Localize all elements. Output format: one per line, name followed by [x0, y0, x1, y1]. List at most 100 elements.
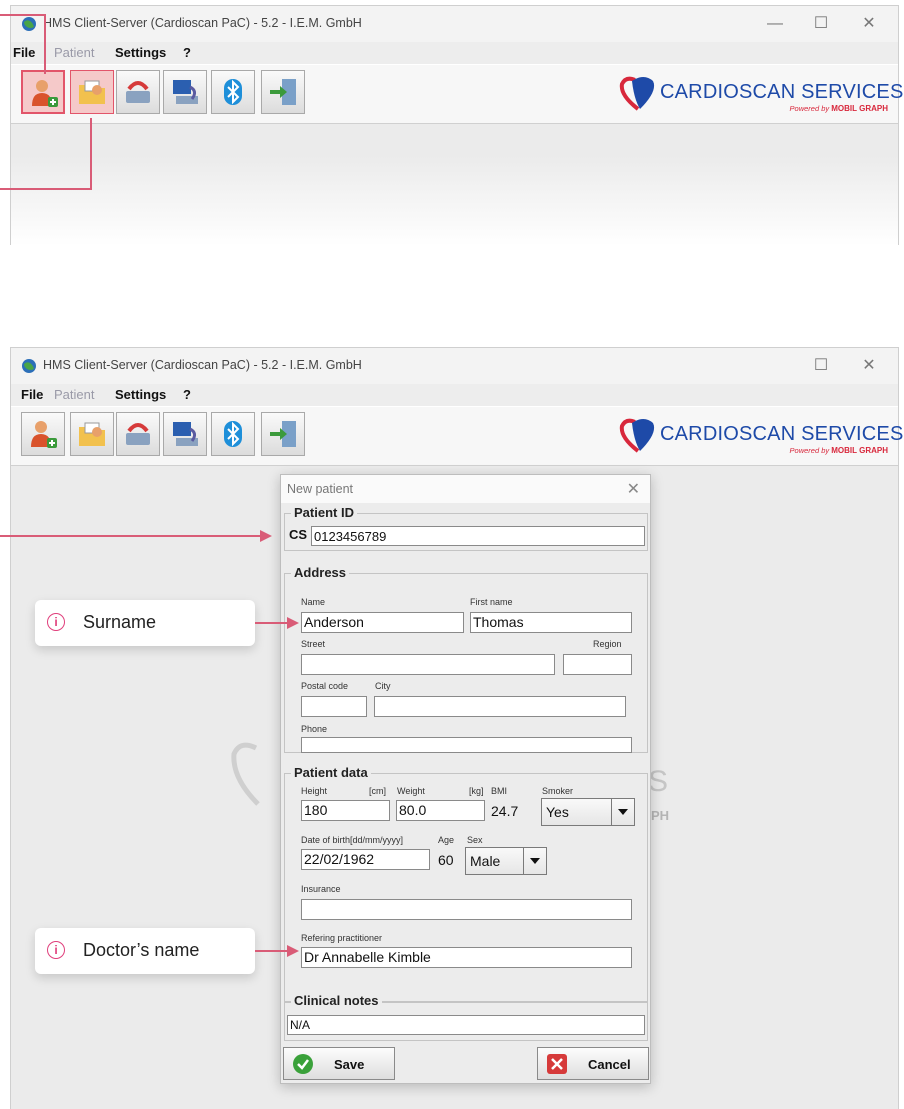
region-field[interactable]	[563, 654, 632, 675]
callout-surname: i Surname	[35, 600, 255, 646]
new-patient-button-2[interactable]	[21, 412, 65, 456]
bluetooth-button-2[interactable]	[211, 412, 255, 456]
height-unit: [cm]	[369, 786, 386, 796]
sex-value: Male	[470, 853, 501, 869]
postal-code-label: Postal code	[301, 681, 349, 691]
clinical-notes-legend: Clinical notes	[291, 993, 382, 1008]
insurance-field[interactable]	[301, 899, 632, 920]
weight-label: Weight	[397, 786, 425, 796]
weight-unit: [kg]	[469, 786, 484, 796]
toolbar-2: CARDIOSCAN SERVICES Powered by MOBIL GRA…	[11, 406, 903, 466]
street-field[interactable]	[301, 654, 555, 675]
postal-code-field[interactable]	[301, 696, 367, 717]
close-window-button-2[interactable]: ✕	[854, 354, 884, 378]
callout-line-surname	[255, 622, 289, 624]
bluetooth-icon	[224, 421, 242, 447]
referring-field[interactable]: Dr Annabelle Kimble	[301, 947, 632, 968]
address-group: Address Name Anderson First name Thomas …	[284, 565, 648, 753]
new-patient-button[interactable]	[21, 70, 65, 114]
heart-logo-icon	[619, 76, 655, 111]
city-field[interactable]	[374, 696, 626, 717]
computer-sync-icon	[173, 422, 198, 446]
menu-help[interactable]: ?	[183, 45, 191, 60]
dialog-title: New patient	[287, 482, 354, 496]
chevron-down-icon	[523, 848, 546, 874]
weight-field[interactable]: 80.0	[396, 800, 485, 821]
height-field[interactable]: 180	[301, 800, 390, 821]
save-button[interactable]: Save	[283, 1047, 395, 1080]
exit-button[interactable]	[261, 70, 305, 114]
street-label: Street	[301, 639, 326, 649]
menu-help-2[interactable]: ?	[183, 387, 191, 402]
new-patient-icon	[31, 421, 57, 448]
patient-id-legend: Patient ID	[291, 505, 357, 520]
menu-file-2[interactable]: File	[21, 387, 43, 402]
menu-patient-2[interactable]: Patient	[54, 387, 94, 402]
watermark-heart-icon	[231, 742, 260, 806]
dob-label: Date of birth[dd/mm/yyyy]	[301, 835, 404, 845]
phone-field[interactable]	[301, 737, 632, 753]
patient-data-group: Patient data Height [cm] Weight [kg] BMI…	[284, 765, 648, 1003]
first-name-label: First name	[470, 597, 513, 607]
watermark-text-2: PH	[651, 808, 670, 823]
menu-patient[interactable]: Patient	[54, 45, 94, 60]
computer-sync-button[interactable]	[163, 70, 207, 114]
age-label: Age	[438, 835, 455, 845]
callout-line-doctor	[255, 950, 289, 952]
toolbar: CARDIOSCAN SERVICES Powered by MOBIL GRA…	[11, 64, 903, 124]
sex-label: Sex	[467, 835, 483, 845]
heart-logo-icon	[619, 418, 655, 453]
referring-label: Refering practitioner	[301, 933, 383, 943]
menu-settings-2[interactable]: Settings	[115, 387, 166, 402]
chevron-down-icon	[611, 799, 634, 825]
callout-line-patient-id	[0, 535, 260, 537]
menu-bar: File Patient Settings ?	[11, 42, 898, 64]
first-name-field[interactable]: Thomas	[470, 612, 632, 633]
title-bar: HMS Client-Server (Cardioscan PaC) - 5.2…	[11, 6, 898, 42]
cardioscan-logo: CARDIOSCAN SERVICES Powered by MOBIL GRA…	[618, 75, 903, 115]
dob-field[interactable]: 22/02/1962	[301, 849, 430, 870]
dialog-title-bar: New patient ✕	[281, 475, 650, 503]
menu-file[interactable]: File	[13, 45, 35, 60]
minimize-button[interactable]: —	[760, 12, 790, 36]
logo-brand-text-2: CARDIOSCAN SERVICES	[660, 423, 904, 445]
info-icon: i	[47, 941, 65, 959]
new-patient-icon	[32, 80, 58, 107]
logo-powered-prefix: Powered by	[789, 104, 830, 113]
bmi-value: 24.7	[491, 803, 519, 819]
callout-line-open-patient-h	[0, 188, 92, 190]
cancel-button[interactable]: Cancel	[537, 1047, 649, 1080]
maximize-button-2[interactable]: ☐	[806, 354, 836, 378]
callout-line-new-patient-h	[0, 14, 46, 16]
title-bar-2: HMS Client-Server (Cardioscan PaC) - 5.2…	[11, 348, 898, 384]
exit-button-2[interactable]	[261, 412, 305, 456]
name-field[interactable]: Anderson	[301, 612, 464, 633]
insurance-label: Insurance	[301, 884, 341, 894]
logo-powered-brand: MOBIL GRAPH	[831, 104, 888, 113]
clinical-notes-group: Clinical notes N/A	[284, 993, 648, 1041]
sex-select[interactable]: Male	[465, 847, 547, 875]
maximize-button[interactable]: ☐	[806, 12, 836, 36]
bluetooth-button[interactable]	[211, 70, 255, 114]
smoker-select[interactable]: Yes	[541, 798, 635, 826]
dialog-close-button[interactable]: ✕	[627, 479, 640, 499]
watermark-text: S	[648, 765, 669, 798]
patient-id-field[interactable]: 0123456789	[311, 526, 645, 546]
menu-settings[interactable]: Settings	[115, 45, 166, 60]
smoker-value: Yes	[546, 804, 569, 820]
check-icon	[293, 1054, 313, 1074]
clinical-notes-field[interactable]: N/A	[287, 1015, 645, 1035]
close-window-button[interactable]: ✕	[854, 12, 884, 36]
callout-doctor-text: Doctor’s name	[83, 940, 200, 960]
logo-powered-text-2: Powered by MOBIL GRAPH	[790, 446, 888, 455]
open-patient-button[interactable]	[70, 70, 114, 114]
app-window-top: HMS Client-Server (Cardioscan PaC) - 5.2…	[10, 5, 903, 245]
transfer-button[interactable]	[116, 70, 160, 114]
patient-id-group: Patient ID CS 0123456789	[284, 505, 648, 551]
computer-sync-button-2[interactable]	[163, 412, 207, 456]
transfer-button-2[interactable]	[116, 412, 160, 456]
open-patient-button-2[interactable]	[70, 412, 114, 456]
height-label: Height	[301, 786, 328, 796]
cancel-label: Cancel	[588, 1057, 631, 1072]
logo-powered-brand-2: MOBIL GRAPH	[831, 446, 888, 455]
